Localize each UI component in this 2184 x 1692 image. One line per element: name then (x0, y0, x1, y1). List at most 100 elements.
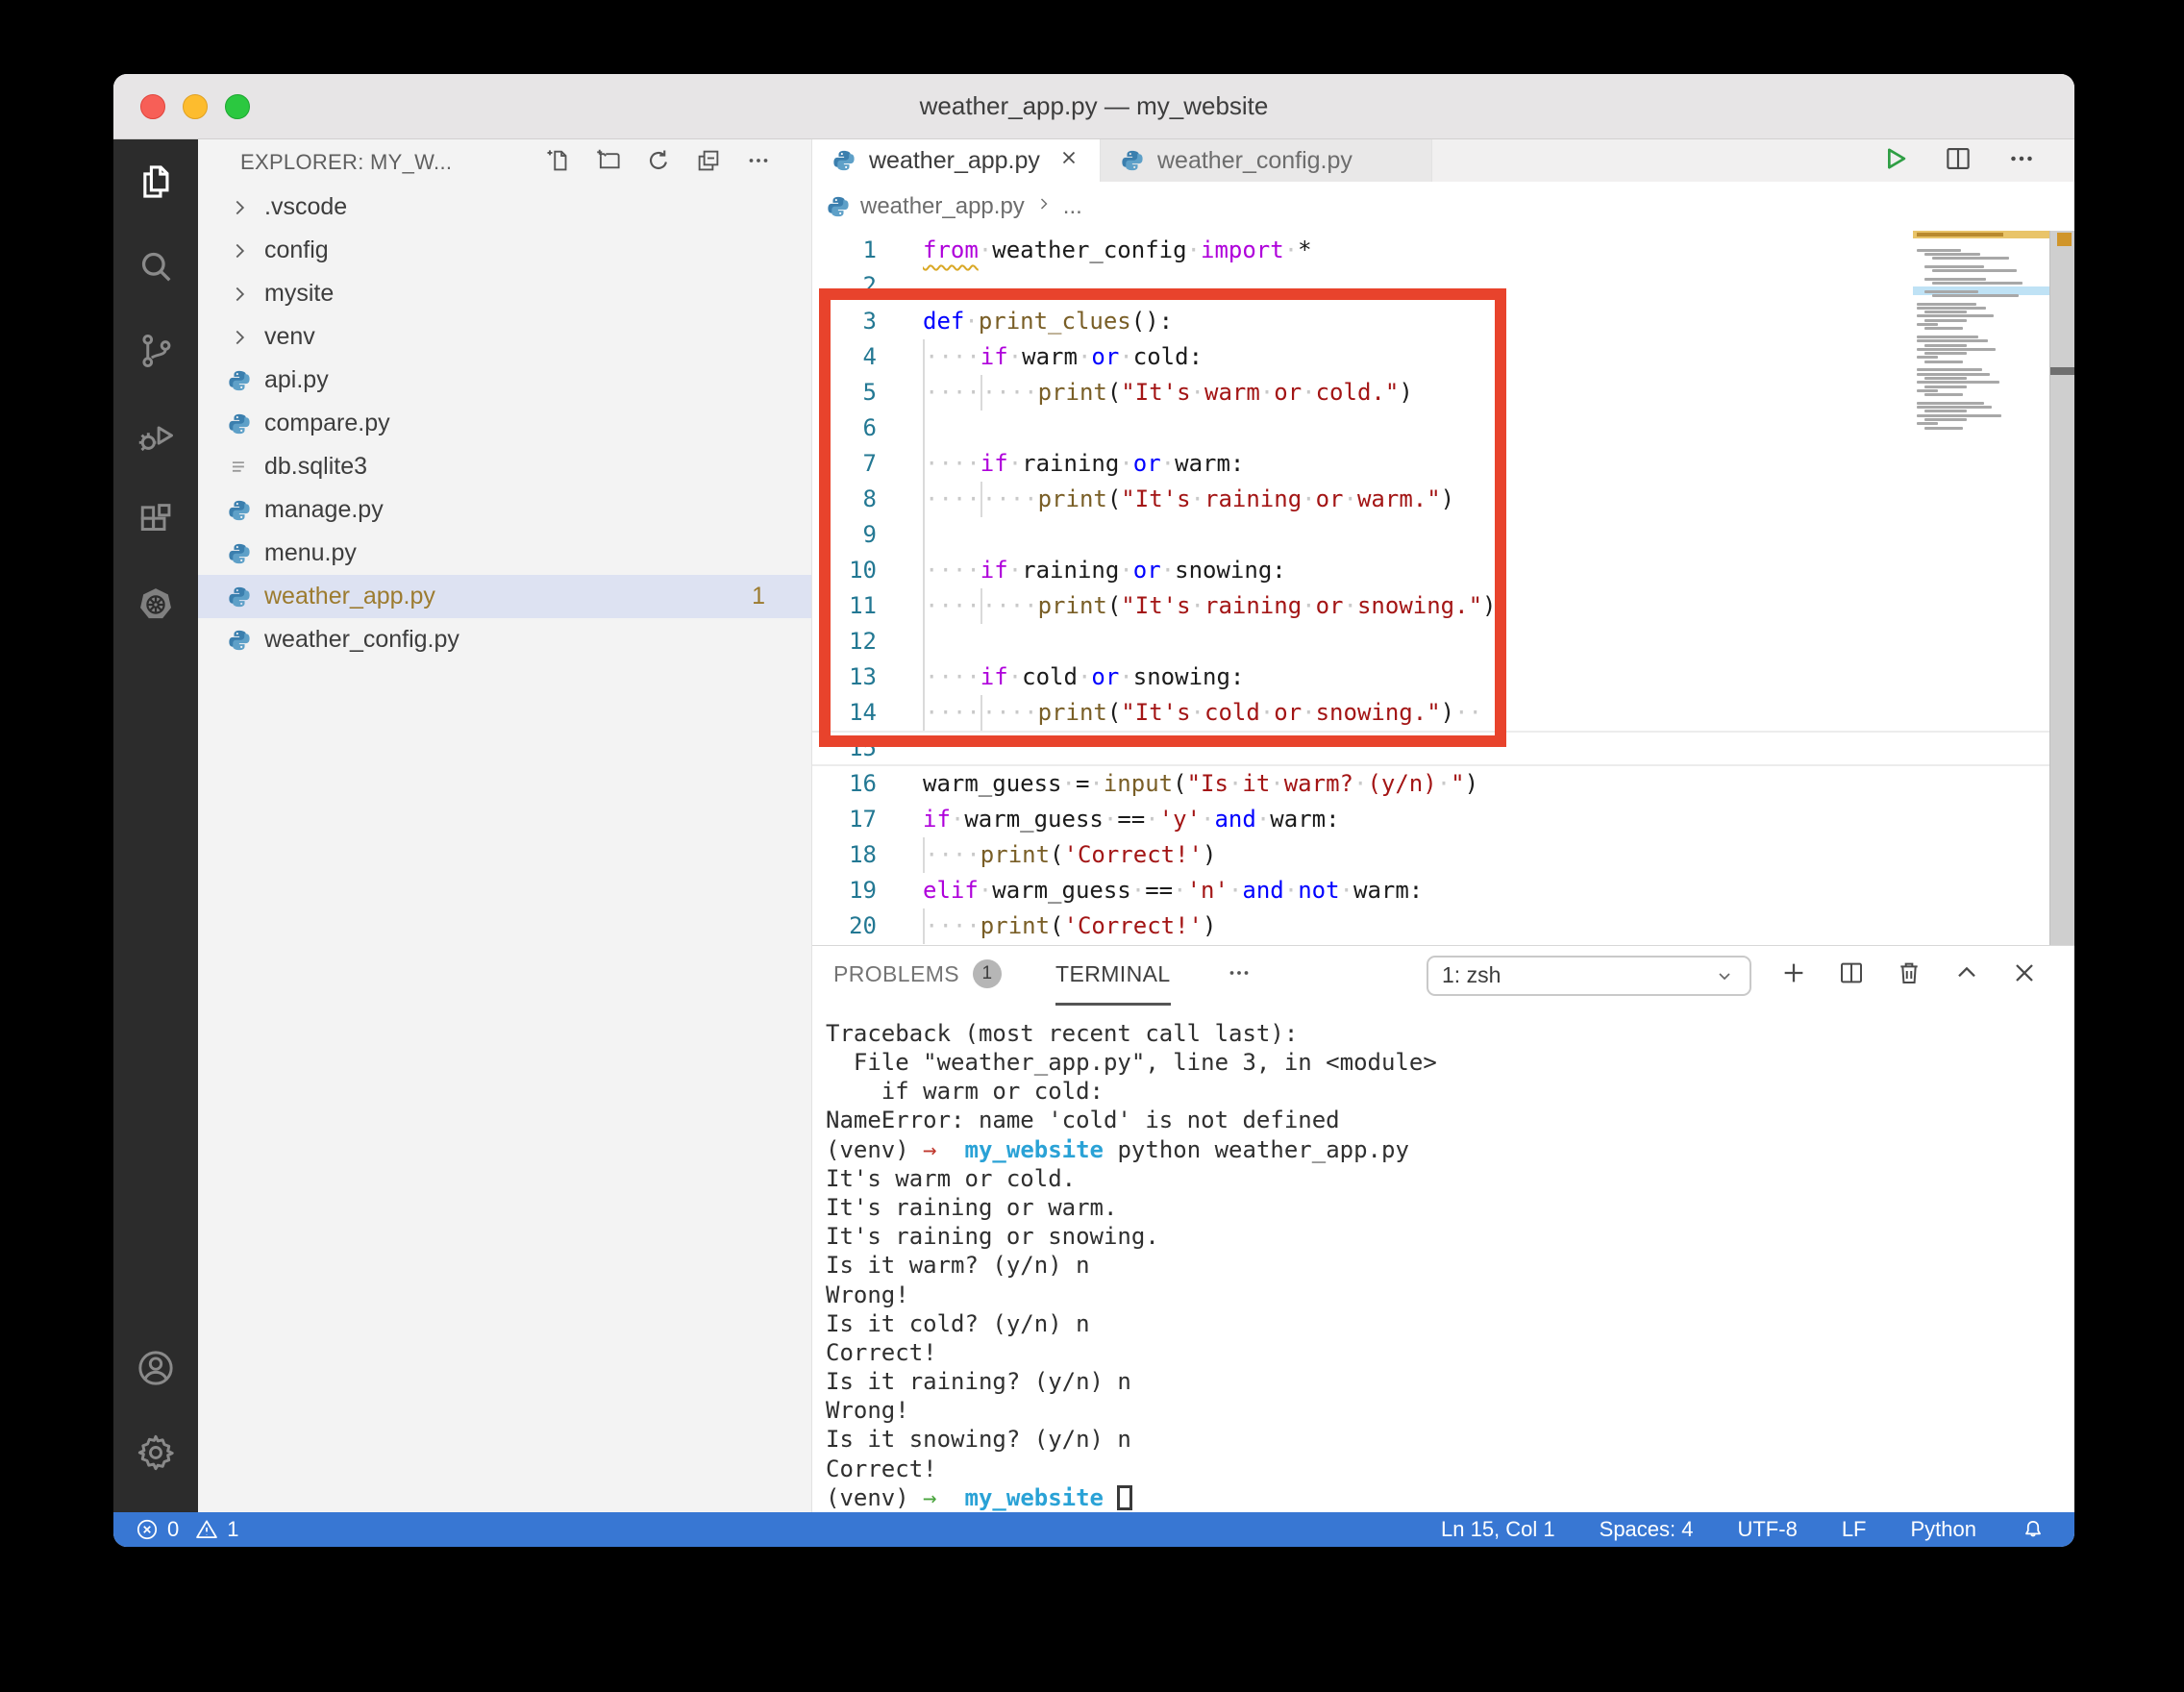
chevron-right-icon (227, 282, 252, 307)
language-mode[interactable]: Python (1911, 1517, 1977, 1542)
terminal-line: Is it warm? (y/n) n (826, 1251, 2074, 1280)
collapse-all-icon[interactable] (694, 146, 723, 180)
close-panel-icon[interactable] (2009, 958, 2040, 993)
new-terminal-icon[interactable] (1778, 958, 1809, 993)
panel-header: PROBLEMS 1 TERMINAL 1: zsh (812, 946, 2074, 1006)
minimap[interactable] (1913, 231, 2049, 490)
chevron-right-icon (227, 325, 252, 350)
tab-weather-config[interactable]: weather_config.py (1101, 139, 1432, 182)
vscode-window: weather_app.py — my_website EXPLORER: MY… (113, 74, 2074, 1547)
more-icon[interactable] (744, 146, 773, 180)
terminal-select[interactable]: 1: zsh (1427, 956, 1751, 996)
code-line-18: 18····print('Correct!') (812, 837, 2049, 873)
indentation[interactable]: Spaces: 4 (1600, 1517, 1694, 1542)
file-item-weather-app-py[interactable]: weather_app.py1 (198, 575, 811, 618)
kill-terminal-icon[interactable] (1894, 958, 1924, 993)
file-item-api-py[interactable]: api.py (198, 359, 811, 402)
new-folder-icon[interactable] (594, 146, 623, 180)
close-tab-icon[interactable] (1057, 146, 1080, 176)
notifications-bell-icon[interactable] (2021, 1517, 2046, 1542)
minimize-window-button[interactable] (183, 94, 208, 119)
encoding[interactable]: UTF-8 (1737, 1517, 1797, 1542)
breadcrumb-tail[interactable]: ... (1063, 193, 1082, 220)
code-line-20: 20····print('Correct!') (812, 908, 2049, 944)
terminal-output[interactable]: Traceback (most recent call last): File … (812, 1006, 2074, 1512)
file-item-venv[interactable]: venv (198, 315, 811, 359)
terminal-line: Correct! (826, 1338, 2074, 1367)
problems-count-badge: 1 (973, 959, 1002, 988)
python-icon (227, 541, 252, 566)
file-label: .vscode (264, 193, 347, 221)
activity-source-control-icon[interactable] (113, 309, 198, 393)
code-line-17: 17if·warm_guess·==·'y'·and·warm: (812, 802, 2049, 837)
terminal-line: Is it raining? (y/n) n (826, 1367, 2074, 1396)
python-icon (227, 585, 252, 610)
file-item-mysite[interactable]: mysite (198, 272, 811, 315)
split-terminal-icon[interactable] (1836, 958, 1867, 993)
python-icon (1120, 148, 1145, 173)
line-number: 17 (812, 802, 877, 837)
editor-scrollbar[interactable] (2049, 231, 2074, 945)
file-label: api.py (264, 366, 329, 394)
tab-problems[interactable]: PROBLEMS 1 (833, 946, 1002, 1006)
error-icon (135, 1517, 160, 1542)
eol-sequence[interactable]: LF (1842, 1517, 1867, 1542)
run-button[interactable] (1878, 142, 1911, 180)
activity-search-icon[interactable] (113, 224, 198, 309)
file-item-weather-config-py[interactable]: weather_config.py (198, 618, 811, 661)
traffic-lights (140, 94, 250, 119)
panel-more-icon[interactable] (1225, 958, 1253, 992)
tab-terminal[interactable]: TERMINAL (1055, 946, 1171, 1006)
activity-files-icon[interactable] (113, 139, 198, 224)
explorer-title: EXPLORER: MY_W... (240, 150, 452, 175)
line-number: 19 (812, 873, 877, 908)
terminal-select-value: 1: zsh (1442, 962, 1501, 988)
code-editor[interactable]: 1from·weather_config·import·*23def·print… (812, 231, 2074, 945)
file-label: venv (264, 323, 315, 351)
activity-run-debug-icon[interactable] (113, 393, 198, 478)
breadcrumb-file[interactable]: weather_app.py (860, 193, 1025, 220)
file-item-manage-py[interactable]: manage.py (198, 488, 811, 532)
zoom-window-button[interactable] (225, 94, 250, 119)
line-number: 1 (812, 233, 877, 268)
activity-kubernetes-icon[interactable] (113, 562, 198, 647)
new-file-icon[interactable] (544, 146, 573, 180)
code-line-1: 1from·weather_config·import·* (812, 233, 2049, 268)
cursor-position[interactable]: Ln 15, Col 1 (1441, 1517, 1555, 1542)
terminal-line: Traceback (most recent call last): (826, 1019, 2074, 1048)
file-item-compare-py[interactable]: compare.py (198, 402, 811, 445)
activity-extensions-icon[interactable] (113, 478, 198, 562)
terminal-line: (venv) → my_website python weather_app.p… (826, 1135, 2074, 1164)
file-item-menu-py[interactable]: menu.py (198, 532, 811, 575)
file-label: manage.py (264, 496, 384, 524)
file-label: db.sqlite3 (264, 453, 367, 481)
terminal-line: Is it cold? (y/n) n (826, 1309, 2074, 1338)
file-item-config[interactable]: config (198, 229, 811, 272)
problems-label: PROBLEMS (833, 961, 959, 987)
file-label: menu.py (264, 539, 357, 567)
chevron-right-icon (1034, 193, 1054, 220)
problems-status[interactable]: 0 1 (135, 1517, 239, 1542)
file-label: weather_app.py (264, 583, 435, 610)
line-number: 18 (812, 837, 877, 873)
maximize-panel-icon[interactable] (1951, 958, 1982, 993)
python-icon (826, 194, 851, 219)
refresh-icon[interactable] (644, 146, 673, 180)
breadcrumb[interactable]: weather_app.py ... (812, 182, 2074, 231)
file-item-db-sqlite3[interactable]: db.sqlite3 (198, 445, 811, 488)
split-editor-icon[interactable] (1942, 142, 1974, 180)
terminal-line: It's warm or cold. (826, 1164, 2074, 1193)
terminal-line: Wrong! (826, 1396, 2074, 1425)
more-actions-icon[interactable] (2005, 142, 2038, 180)
activity-account-icon[interactable] (113, 1326, 198, 1410)
terminal-line: It's raining or warm. (826, 1193, 2074, 1222)
file-label: compare.py (264, 410, 390, 437)
file-item--vscode[interactable]: .vscode (198, 186, 811, 229)
tab-weather-app[interactable]: weather_app.py (812, 139, 1101, 182)
close-window-button[interactable] (140, 94, 165, 119)
file-label: weather_config.py (264, 626, 459, 654)
terminal-cursor (1117, 1485, 1132, 1510)
activity-settings-gear-icon[interactable] (113, 1410, 198, 1495)
bottom-panel: PROBLEMS 1 TERMINAL 1: zsh (812, 945, 2074, 1512)
warning-icon (194, 1517, 219, 1542)
